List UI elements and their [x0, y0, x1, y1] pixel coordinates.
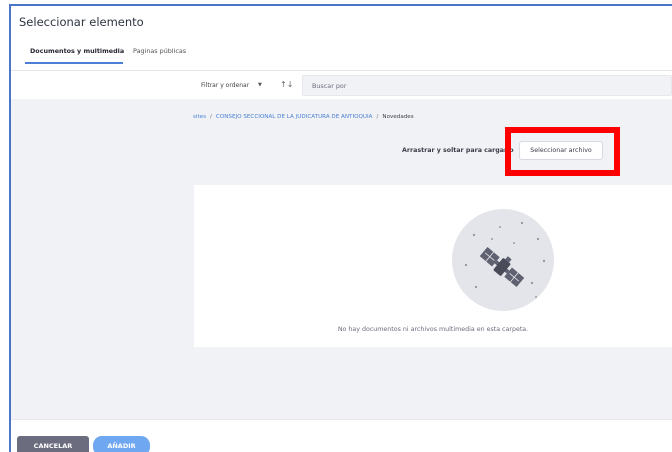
satellite-icon [464, 221, 546, 298]
sort-order-icon[interactable]: ↑↓ [280, 80, 293, 89]
breadcrumb-separator: / [376, 114, 379, 120]
drag-drop-label: Arrastrar y soltar para cargar o [402, 147, 514, 154]
management-toolbar: Filtrar y ordenar ▼ ↑↓ [11, 71, 672, 99]
search-box [302, 75, 672, 96]
active-tab-indicator [25, 62, 123, 64]
empty-illustration [452, 209, 554, 311]
empty-state-message: No hay documentos ni archivos multimedia… [337, 326, 529, 333]
add-button[interactable]: AÑADIR [93, 436, 150, 452]
breadcrumb-item-consejo[interactable]: CONSEJO SECCIONAL DE LA JUDICATURA DE AN… [216, 114, 373, 120]
dialog-footer: CANCELAR AÑADIR [11, 419, 672, 452]
select-file-button[interactable]: Seleccionar archivo [519, 141, 603, 160]
content-area: sites / CONSEJO SECCIONAL DE LA JUDICATURA… [11, 99, 672, 419]
cancel-button[interactable]: CANCELAR [17, 436, 89, 452]
search-input[interactable] [303, 76, 671, 95]
breadcrumb-item-current: Novedades [382, 114, 414, 120]
empty-state-panel: No hay documentos ni archivos multimedia… [194, 185, 672, 347]
select-item-dialog: Seleccionar elemento Documentos y multim… [11, 6, 672, 452]
breadcrumb: sites / CONSEJO SECCIONAL DE LA JUDICATURA… [193, 114, 414, 120]
tab-public-pages[interactable]: Paginas públicas [133, 47, 186, 55]
breadcrumb-item-sites[interactable]: sites [193, 114, 206, 120]
breadcrumb-separator: / [210, 114, 212, 120]
caret-down-icon[interactable]: ▼ [258, 82, 262, 88]
tab-documents-media[interactable]: Documentos y multimedia [30, 47, 124, 55]
dialog-title: Seleccionar elemento [19, 15, 144, 29]
filter-and-order-dropdown[interactable]: Filtrar y ordenar [201, 82, 249, 89]
